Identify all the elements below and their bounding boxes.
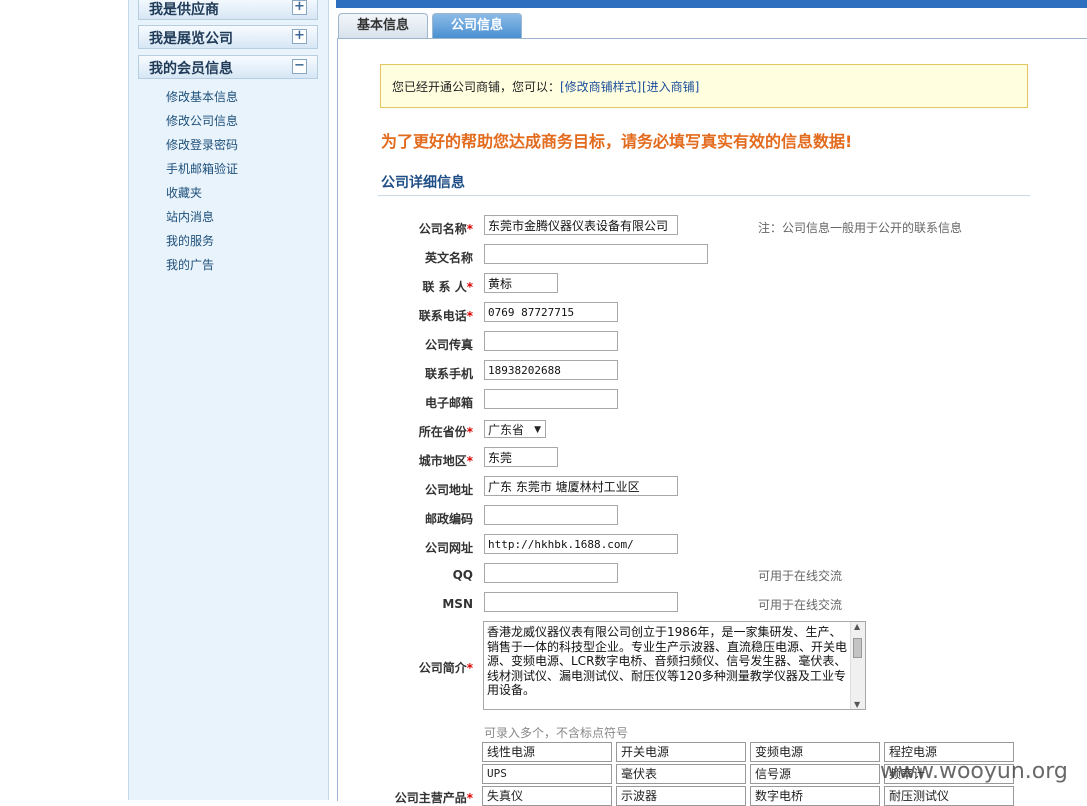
- phone-label: 联系电话*: [418, 309, 473, 323]
- category-label: 我是供应商: [149, 2, 219, 18]
- notice-text: 您已经开通公司商铺，您可以：: [392, 80, 561, 94]
- phone-input[interactable]: 0769 87727715: [484, 302, 618, 322]
- msn-label: MSN: [442, 597, 473, 611]
- textarea-scrollbar[interactable]: ▲ ▼: [850, 622, 865, 709]
- dropdown-arrow-icon: ▼: [534, 425, 541, 435]
- address-input[interactable]: 广东 东莞市 塘厦林村工业区: [484, 476, 678, 496]
- mobile-label: 联系手机: [424, 367, 473, 381]
- msn-input[interactable]: [484, 592, 678, 612]
- company-intro-textarea[interactable]: 香港龙威仪器仪表有限公司创立于1986年，是一家集研发、生产、销售于一体的科技型…: [483, 621, 866, 710]
- intro-label: 公司简介*: [418, 661, 473, 675]
- sidebar-item-services[interactable]: 我的服务: [166, 231, 238, 255]
- email-label: 电子邮箱: [424, 396, 473, 410]
- zipcode-label: 邮政编码: [424, 512, 473, 526]
- member-sidebar: 我是供应商 + 我是展览公司 + 我的会员信息 − 修改基本信息 修改公司信息 …: [128, 0, 329, 800]
- edit-shop-style-link[interactable]: [修改商铺样式]: [560, 78, 641, 95]
- sidebar-category-supplier[interactable]: 我是供应商 +: [138, 0, 318, 20]
- watermark: www.wooyun.org: [880, 759, 1068, 784]
- address-label: 公司地址: [424, 483, 473, 497]
- sidebar-item-messages[interactable]: 站内消息: [166, 207, 238, 231]
- sidebar-item-edit-password[interactable]: 修改登录密码: [166, 135, 238, 159]
- company-name-input[interactable]: 东莞市金腾仪器仪表设备有限公司: [484, 215, 678, 235]
- expand-icon[interactable]: +: [292, 29, 307, 44]
- product-input[interactable]: 变频电源: [750, 742, 880, 762]
- msn-note: 可用于在线交流: [758, 598, 843, 612]
- section-title: 公司详细信息: [381, 175, 465, 191]
- slogan: 为了更好的帮助您达成商务目标，请务必填写真实有效的信息数据!: [381, 132, 853, 151]
- product-input[interactable]: 毫伏表: [616, 764, 746, 784]
- category-label: 我是展览公司: [149, 31, 233, 47]
- qq-label: QQ: [452, 568, 473, 582]
- product-input[interactable]: 耐压测试仪: [884, 786, 1014, 806]
- products-hint: 可录入多个，不含标点符号: [484, 726, 629, 740]
- product-input[interactable]: 示波器: [616, 786, 746, 806]
- expand-icon[interactable]: +: [292, 0, 307, 15]
- company-name-label: 公司名称*: [418, 222, 473, 236]
- email-input[interactable]: [484, 389, 618, 409]
- sidebar-category-exhibition[interactable]: 我是展览公司 +: [138, 25, 318, 49]
- company-info-note: 注：公司信息一般用于公开的联系信息: [758, 221, 963, 235]
- collapse-icon[interactable]: −: [292, 59, 307, 74]
- website-input[interactable]: http://hkhbk.1688.com/: [484, 534, 678, 554]
- shop-notice: 您已经开通公司商铺，您可以： [修改商铺样式] [进入商铺]: [380, 64, 1028, 108]
- mobile-input[interactable]: 18938202688: [484, 360, 618, 380]
- category-label: 我的会员信息: [149, 61, 233, 77]
- product-input[interactable]: 失真仪: [482, 786, 612, 806]
- website-label: 公司网址: [424, 541, 473, 555]
- english-name-label: 英文名称: [424, 251, 473, 265]
- zipcode-input[interactable]: [484, 505, 618, 525]
- section-divider: [378, 195, 1030, 196]
- member-menu: 修改基本信息 修改公司信息 修改登录密码 手机邮箱验证 收藏夹 站内消息 我的服…: [166, 87, 238, 279]
- sidebar-item-edit-company[interactable]: 修改公司信息: [166, 111, 238, 135]
- product-input[interactable]: 信号源: [750, 764, 880, 784]
- sidebar-item-favorites[interactable]: 收藏夹: [166, 183, 238, 207]
- contact-input[interactable]: 黄标: [484, 273, 558, 293]
- intro-text: 香港龙威仪器仪表有限公司创立于1986年，是一家集研发、生产、销售于一体的科技型…: [487, 625, 848, 697]
- city-label: 城市地区*: [418, 454, 473, 468]
- sidebar-category-member-info[interactable]: 我的会员信息 −: [138, 55, 318, 79]
- fax-label: 公司传真: [424, 338, 473, 352]
- product-input[interactable]: 开关电源: [616, 742, 746, 762]
- product-input[interactable]: UPS: [482, 764, 612, 784]
- product-input[interactable]: 线性电源: [482, 742, 612, 762]
- sidebar-item-ads[interactable]: 我的广告: [166, 255, 238, 279]
- products-label: 公司主营产品*: [394, 791, 473, 805]
- product-input[interactable]: 数字电桥: [750, 786, 880, 806]
- tab-basic-info[interactable]: 基本信息: [338, 13, 428, 38]
- city-input[interactable]: 东莞: [484, 447, 558, 467]
- province-label: 所在省份*: [418, 425, 473, 439]
- scroll-thumb[interactable]: [853, 638, 862, 658]
- contact-label: 联 系 人*: [422, 280, 473, 294]
- scroll-up-icon[interactable]: ▲: [854, 622, 860, 631]
- province-select[interactable]: 广东省 ▼: [484, 420, 546, 438]
- qq-input[interactable]: [484, 563, 618, 583]
- province-value: 广东省: [488, 423, 525, 437]
- qq-note: 可用于在线交流: [758, 569, 843, 583]
- left-blank-area: [0, 0, 128, 800]
- scroll-down-icon[interactable]: ▼: [854, 700, 860, 709]
- english-name-input[interactable]: [484, 244, 708, 264]
- top-bar: [336, 0, 1087, 8]
- tab-company-info[interactable]: 公司信息: [432, 13, 522, 38]
- sidebar-item-edit-basic[interactable]: 修改基本信息: [166, 87, 238, 111]
- fax-input[interactable]: [484, 331, 618, 351]
- enter-shop-link[interactable]: [进入商铺]: [642, 78, 699, 95]
- sidebar-item-verify[interactable]: 手机邮箱验证: [166, 159, 238, 183]
